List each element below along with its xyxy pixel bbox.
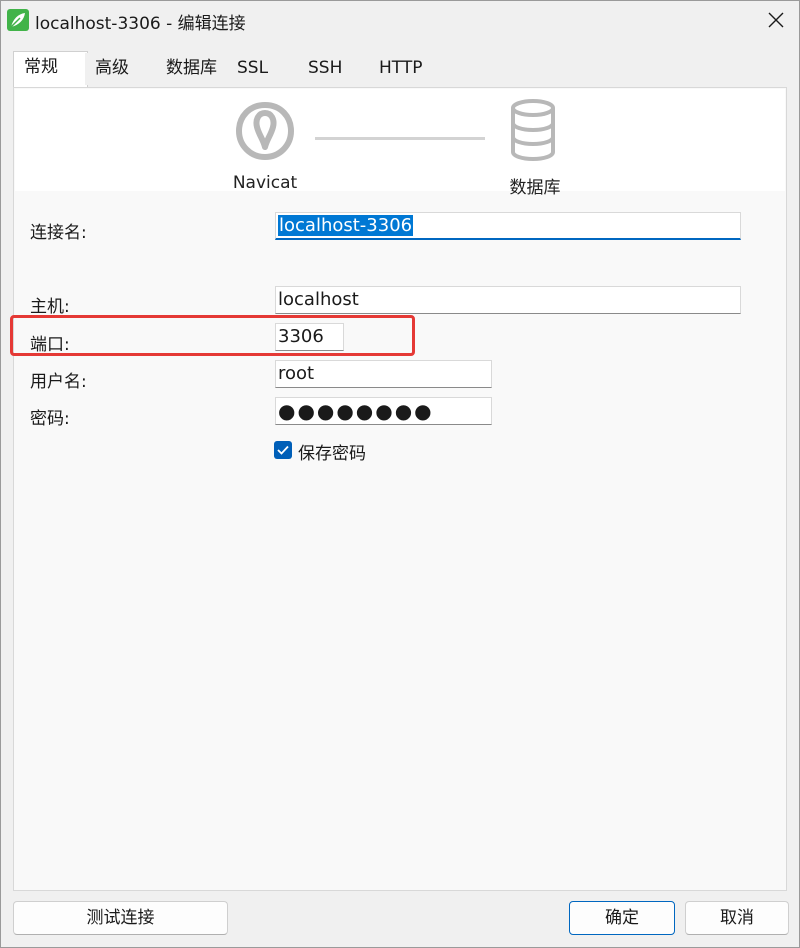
password-dots: ●●●●●●●● [278, 399, 434, 423]
username-input[interactable]: root [275, 360, 492, 388]
close-button[interactable] [753, 1, 799, 39]
cancel-button[interactable]: 取消 [685, 901, 789, 935]
tab-database[interactable]: 数据库 [156, 53, 228, 85]
host-input[interactable]: localhost [275, 286, 741, 314]
tab-ssh[interactable]: SSH [298, 53, 368, 85]
navicat-leaf-icon [7, 9, 29, 31]
tab-http[interactable]: HTTP [369, 53, 439, 85]
title-bar: localhost-3306 - 编辑连接 [1, 1, 799, 39]
test-connection-button[interactable]: 测试连接 [13, 901, 228, 935]
save-password-checkbox[interactable] [274, 441, 292, 459]
connection-name-input[interactable]: localhost-3306 [275, 212, 741, 240]
tab-general[interactable]: 常规 [13, 51, 88, 87]
close-icon [768, 12, 784, 28]
connection-name-value: localhost-3306 [278, 215, 414, 236]
port-highlight-annotation [10, 315, 415, 356]
database-label: 数据库 [509, 178, 561, 198]
navicat-label: Navicat [232, 173, 298, 193]
navicat-logo-icon [236, 102, 294, 160]
host-label: 主机: [30, 297, 70, 317]
connection-name-label: 连接名: [30, 223, 87, 243]
password-label: 密码: [30, 409, 70, 429]
ok-button[interactable]: 确定 [569, 901, 675, 935]
username-label: 用户名: [30, 372, 87, 392]
password-input[interactable]: ●●●●●●●● [275, 397, 492, 425]
checkmark-icon [277, 445, 289, 455]
window-title: localhost-3306 - 编辑连接 [35, 14, 246, 34]
save-password-label[interactable]: 保存密码 [298, 439, 366, 464]
general-panel: Navicat 数据库 连接名: localhost-3306 主机: loca… [13, 87, 787, 891]
tab-advanced[interactable]: 高级 [85, 53, 155, 85]
connection-banner: Navicat 数据库 [15, 89, 785, 198]
database-icon [511, 99, 555, 161]
tab-ssl[interactable]: SSL [227, 53, 297, 85]
edit-connection-dialog: localhost-3306 - 编辑连接 常规 高级 数据库 SSL SSH … [0, 0, 800, 948]
connection-line [315, 137, 485, 140]
